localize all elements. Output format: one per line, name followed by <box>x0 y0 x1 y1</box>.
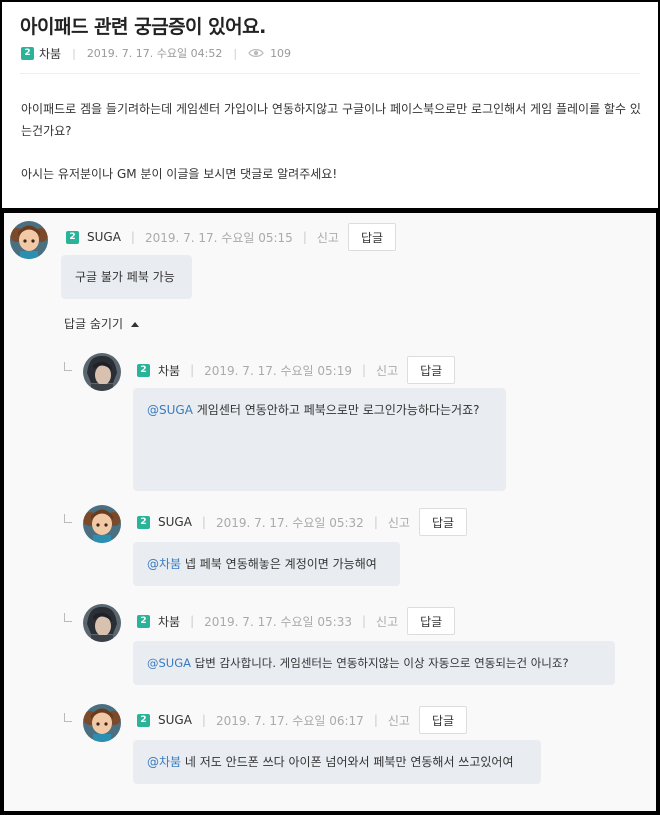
meta-separator: | <box>190 363 195 377</box>
meta-separator: | <box>373 515 378 529</box>
mention-link[interactable]: @차붐 <box>147 557 181 571</box>
comment-bubble: @SUGA 게임센터 연동안하고 페북으로만 로그인가능하다는거죠? <box>133 388 506 491</box>
view-count: 109 <box>270 46 292 60</box>
meta-separator: | <box>201 515 206 529</box>
post-body: 아이패드로 겜을 들기려하는데 게임센터 가입이나 연동하지않고 구글이나 페이… <box>21 98 643 206</box>
level-badge: 2 <box>137 515 150 529</box>
mention-link[interactable]: @SUGA <box>147 403 193 417</box>
hide-replies-toggle[interactable]: 답글 숨기기 <box>64 315 140 332</box>
avatar[interactable] <box>83 353 121 391</box>
reply-button[interactable]: 답글 <box>418 706 468 734</box>
post-body-paragraph: 아시는 유저분이나 GM 분이 이글을 보시면 댓글로 알려주세요! <box>21 167 338 181</box>
comment-author[interactable]: 차붐 <box>158 362 180 379</box>
meta-separator: | <box>302 230 307 244</box>
reply-indent-icon <box>64 514 72 523</box>
report-link[interactable]: 신고 <box>376 362 398 379</box>
post-body-paragraph: 아이패드로 겜을 들기려하는데 게임센터 가입이나 연동하지않고 구글이나 페이… <box>21 102 641 138</box>
girl-character-avatar <box>83 505 121 543</box>
comment-date: 2019. 7. 17. 수요일 05:19 <box>204 363 352 378</box>
post-author[interactable]: 차붐 <box>39 45 61 62</box>
post-divider <box>20 73 640 74</box>
meta-separator: | <box>201 713 206 727</box>
reply-indent-icon <box>64 713 72 722</box>
meta-separator: | <box>373 713 378 727</box>
avatar[interactable] <box>10 221 48 259</box>
report-link[interactable]: 신고 <box>317 229 339 246</box>
caret-up-icon <box>131 321 140 327</box>
comment-author[interactable]: 차붐 <box>158 613 180 630</box>
reply-button[interactable]: 답글 <box>407 607 456 635</box>
comment-header: 2 SUGA | 2019. 7. 17. 수요일 05:32 | 신고 답글 <box>137 508 468 536</box>
comment-date: 2019. 7. 17. 수요일 06:17 <box>215 713 364 728</box>
comment-header: 2 SUGA | 2019. 7. 17. 수요일 05:15 | 신고 답글 <box>66 223 397 251</box>
comment-bubble: 구글 불가 페북 가능 <box>61 255 192 299</box>
level-badge: 2 <box>137 363 150 377</box>
reply-indent-icon <box>64 613 72 622</box>
comment-bubble: @차붐 네 저도 안드폰 쓰다 아이폰 넘어와서 페북만 연동해서 쓰고있어여 <box>133 740 541 784</box>
level-badge: 2 <box>137 713 150 727</box>
mention-link[interactable]: @차붐 <box>147 755 181 769</box>
comment-author[interactable]: SUGA <box>158 515 192 529</box>
comment-header: 2 차붐 | 2019. 7. 17. 수요일 05:19 | 신고 답글 <box>137 356 456 384</box>
avatar[interactable] <box>83 505 121 543</box>
comment-date: 2019. 7. 17. 수요일 05:33 <box>204 614 352 629</box>
comment-date: 2019. 7. 17. 수요일 05:32 <box>215 515 364 530</box>
meta-separator: | <box>72 46 76 60</box>
comment-header: 2 SUGA | 2019. 7. 17. 수요일 06:17 | 신고 답글 <box>137 706 468 734</box>
dark-hair-character-avatar <box>83 353 121 391</box>
post-meta: 2 차붐 | 2019. 7. 17. 수요일 04:52 | 109 <box>21 45 291 61</box>
reply-button[interactable]: 답글 <box>347 223 397 251</box>
report-link[interactable]: 신고 <box>376 613 398 630</box>
report-link[interactable]: 신고 <box>388 712 410 729</box>
reply-button[interactable]: 답글 <box>418 508 468 536</box>
comment-bubble: @SUGA 답변 감사합니다. 게임센터는 연동하지않는 이상 자동으로 연동되… <box>133 641 615 685</box>
dark-hair-character-avatar <box>83 604 121 642</box>
meta-separator: | <box>362 614 367 628</box>
post-date: 2019. 7. 17. 수요일 04:52 <box>86 47 223 60</box>
level-badge: 2 <box>21 46 34 60</box>
comment-bubble: @차붐 넵 페북 연동해놓은 계정이면 가능해여 <box>133 542 400 586</box>
avatar[interactable] <box>83 704 121 742</box>
girl-character-avatar <box>10 221 48 259</box>
comment-text: 구글 불가 페북 가능 <box>75 270 175 284</box>
hide-replies-label: 답글 숨기기 <box>64 317 124 331</box>
comment-author[interactable]: SUGA <box>87 230 121 244</box>
comment-text: 게임센터 연동안하고 페북으로만 로그인가능하다는거죠? <box>192 403 480 417</box>
comment-author[interactable]: SUGA <box>158 713 192 727</box>
report-link[interactable]: 신고 <box>388 514 410 531</box>
girl-character-avatar <box>83 704 121 742</box>
mention-link[interactable]: @SUGA <box>147 656 191 670</box>
comment-text: 넵 페북 연동해놓은 계정이면 가능해여 <box>181 557 377 571</box>
reply-indent-icon <box>64 362 72 371</box>
comment-text: 답변 감사합니다. 게임센터는 연동하지않는 이상 자동으로 연동되는건 아니죠… <box>191 656 569 670</box>
comments-section: 2 SUGA | 2019. 7. 17. 수요일 05:15 | 신고 답글 … <box>4 213 656 811</box>
meta-separator: | <box>190 614 195 628</box>
meta-separator: | <box>362 363 367 377</box>
comment-header: 2 차붐 | 2019. 7. 17. 수요일 05:33 | 신고 답글 <box>137 607 456 635</box>
comment-date: 2019. 7. 17. 수요일 05:15 <box>144 230 293 245</box>
post-card: 아이패드 관련 궁금증이 있어요. 2 차붐 | 2019. 7. 17. 수요… <box>2 2 658 208</box>
avatar[interactable] <box>83 604 121 642</box>
level-badge: 2 <box>66 230 79 244</box>
comment-text: 네 저도 안드폰 쓰다 아이폰 넘어와서 페북만 연동해서 쓰고있어여 <box>181 755 514 769</box>
level-badge: 2 <box>137 614 150 628</box>
eye-icon <box>248 49 264 57</box>
post-title: 아이패드 관련 궁금증이 있어요. <box>20 16 266 38</box>
meta-separator: | <box>233 46 238 60</box>
reply-button[interactable]: 답글 <box>407 356 456 384</box>
meta-separator: | <box>130 230 135 244</box>
